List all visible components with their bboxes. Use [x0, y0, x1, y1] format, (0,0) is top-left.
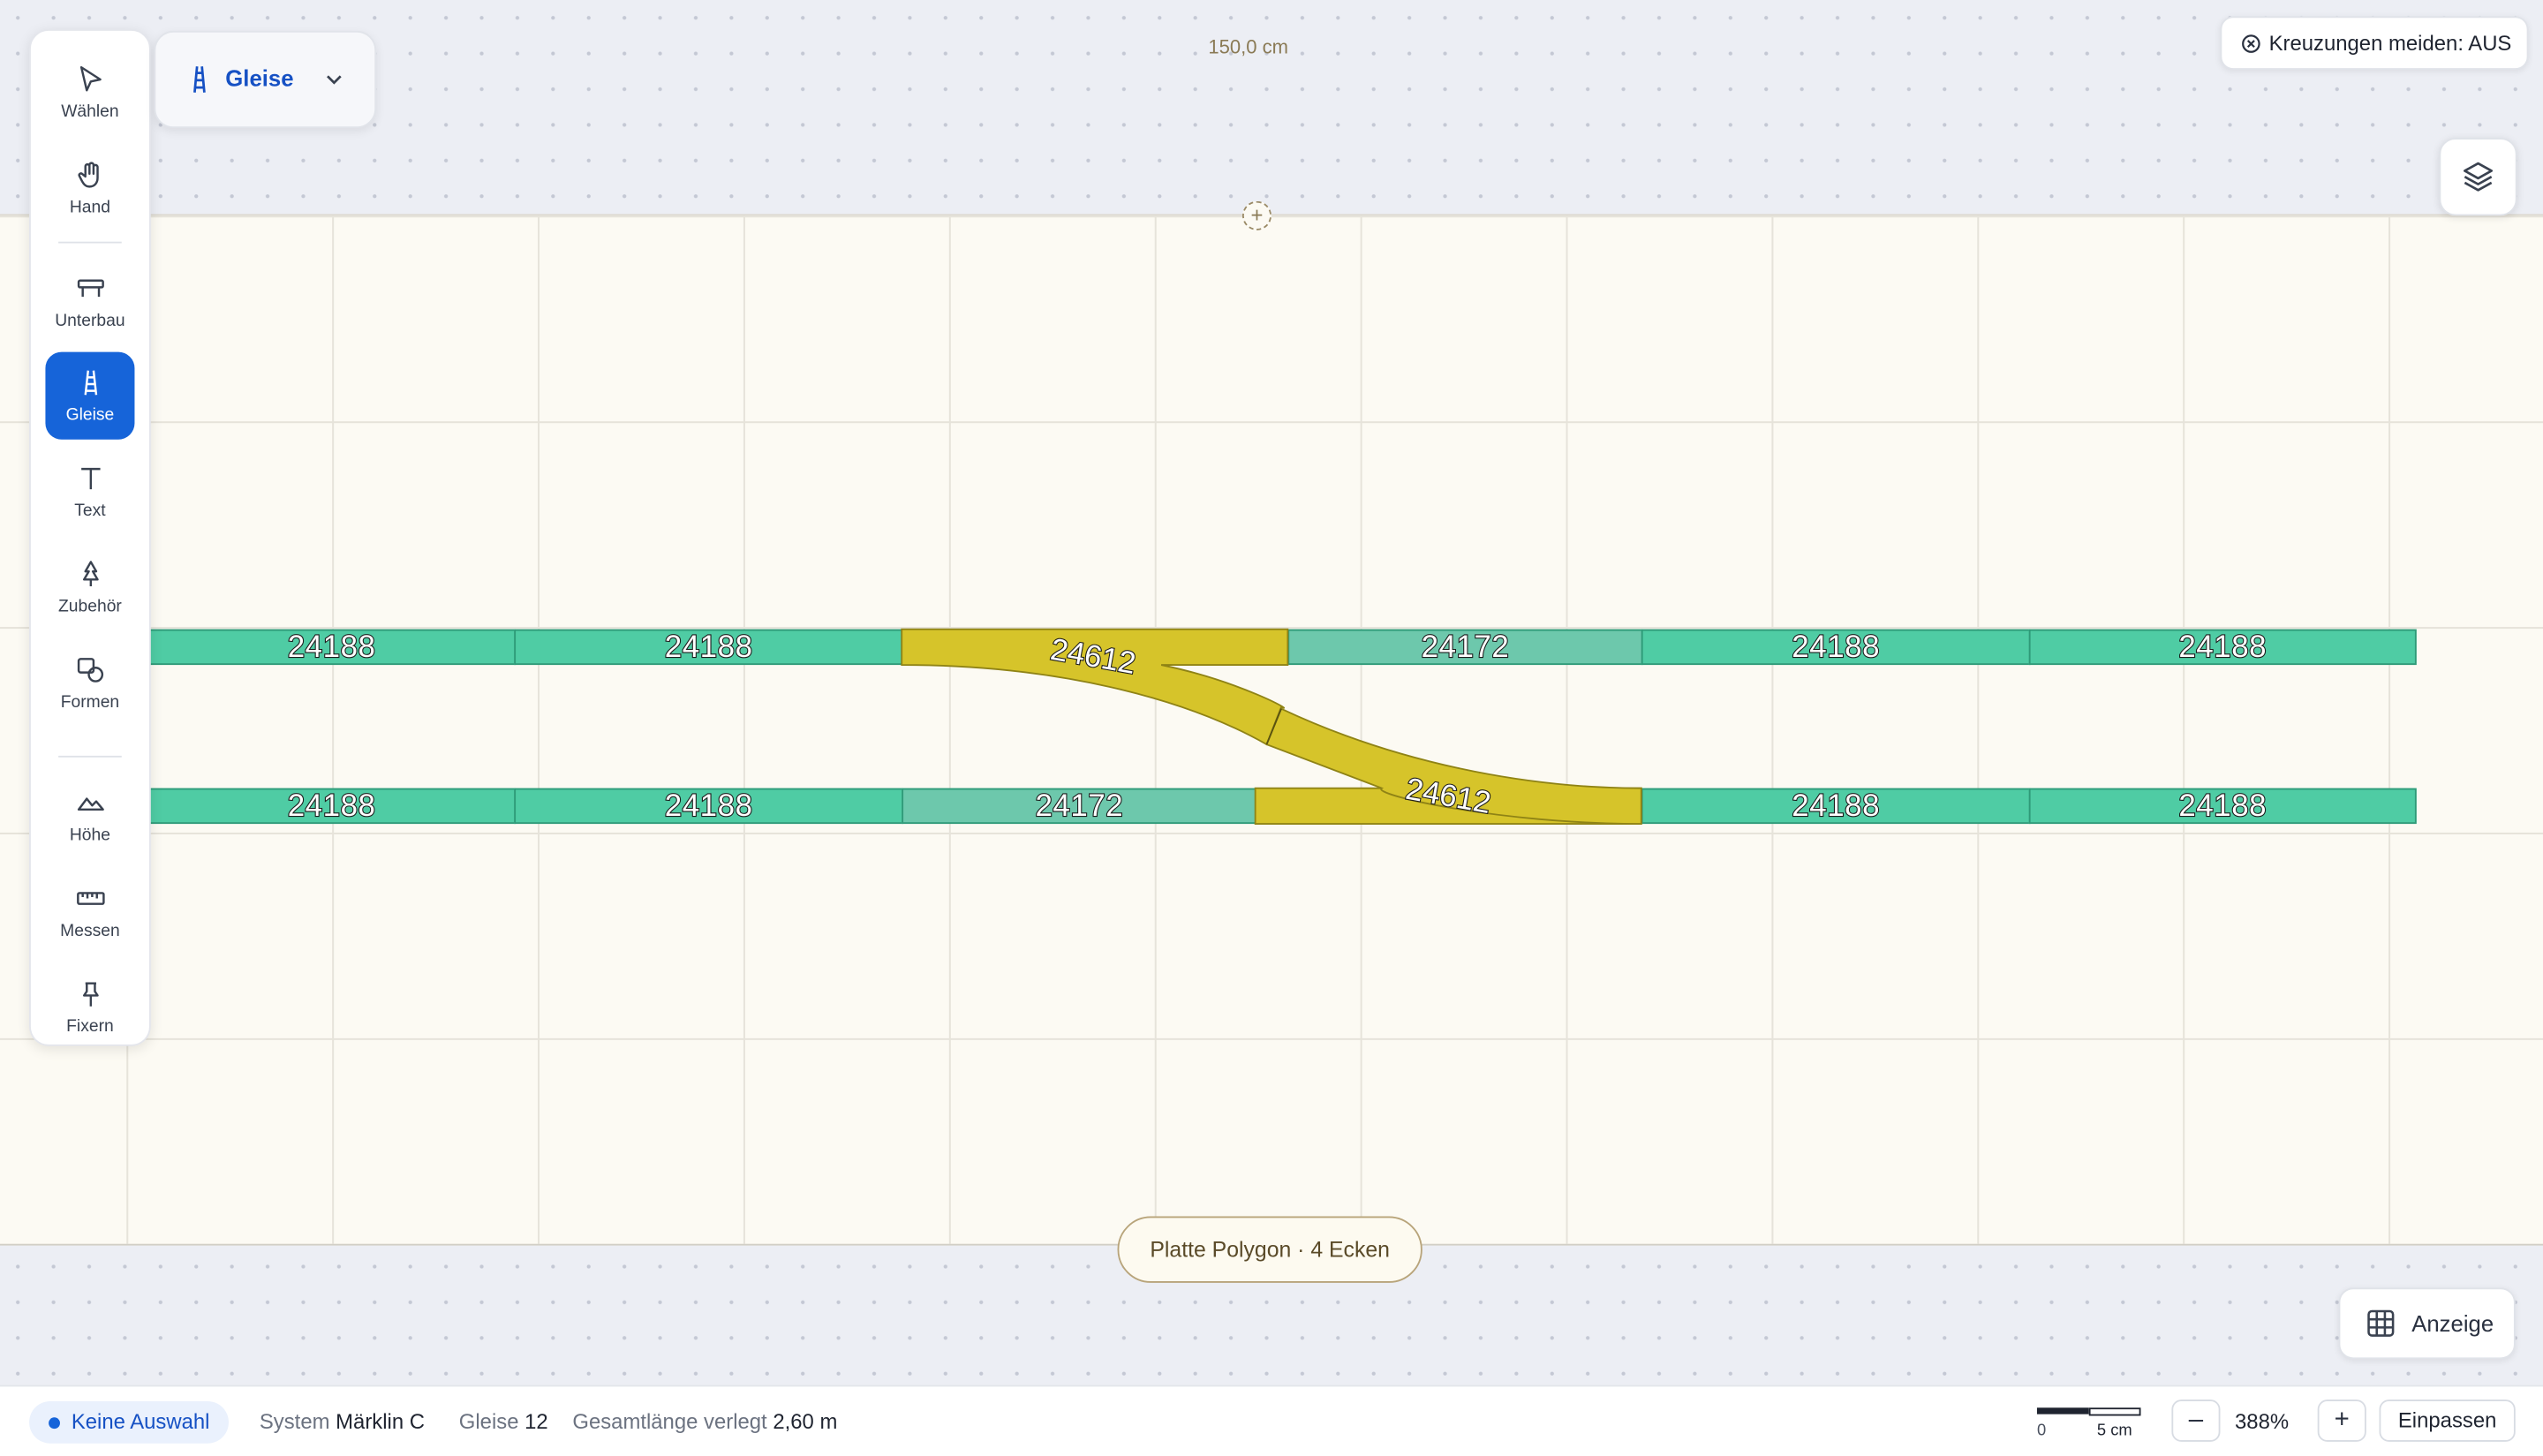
display-label: Anzeige: [2411, 1310, 2494, 1337]
tool-label: Text: [74, 501, 106, 521]
scale-bar: 0 5 cm: [2036, 1407, 2141, 1441]
zoom-out-button[interactable]: –: [2171, 1399, 2221, 1442]
layers-button[interactable]: [2439, 138, 2517, 216]
tool-label: Unterbau: [55, 311, 125, 331]
system-label: System: [259, 1409, 330, 1434]
toolbar-divider: [58, 241, 122, 244]
tool-pin[interactable]: Fixern: [45, 963, 134, 1051]
status-dot-icon: [49, 1417, 60, 1430]
shapes-icon: [76, 658, 103, 683]
layers-icon: [2464, 162, 2494, 192]
board-info-pill[interactable]: Platte Polygon · 4 Ecken: [1117, 1216, 1422, 1283]
tool-label: Messen: [60, 921, 120, 941]
fit-button[interactable]: Einpassen: [2379, 1399, 2516, 1442]
track-mode-dropdown[interactable]: Gleise: [154, 30, 377, 129]
status-bar: Keine Auswahl System Märklin C Gleise 12…: [0, 1384, 2543, 1456]
tool-subframe[interactable]: Unterbau: [45, 258, 134, 345]
tool-tracks[interactable]: Gleise: [45, 351, 135, 440]
tracks-label: Gleise: [458, 1409, 519, 1434]
tool-select[interactable]: Wählen: [45, 49, 134, 136]
length-stat: Gesamtlänge verlegt 2,60 m: [572, 1409, 837, 1434]
system-value: Märklin C: [336, 1409, 425, 1434]
board-info-label: Platte Polygon · 4 Ecken: [1150, 1237, 1390, 1262]
track-icon: [83, 370, 97, 396]
tracks-stat: Gleise 12: [459, 1409, 548, 1434]
tool-height[interactable]: Höhe: [45, 772, 134, 859]
length-value: 2,60 m: [773, 1409, 838, 1434]
scale-length: 5 cm: [2096, 1422, 2132, 1441]
cursor-icon: [79, 66, 101, 92]
close-circle-icon: [2242, 34, 2260, 52]
scale-bar-dark: [2036, 1407, 2089, 1415]
tool-label: Höhe: [69, 825, 110, 845]
tree-icon: [82, 561, 98, 586]
app-stage: 150,0 cm + 24188 24188 24172 24188 24188…: [0, 0, 2543, 1456]
tool-label: Wählen: [61, 102, 119, 122]
display-button[interactable]: Anzeige: [2338, 1287, 2516, 1360]
tool-label: Hand: [69, 198, 110, 218]
track-icon: [193, 66, 206, 93]
tool-text[interactable]: Text: [45, 448, 134, 535]
tracks-value: 12: [524, 1409, 548, 1434]
tool-shapes[interactable]: Formen: [45, 639, 134, 727]
selection-label: Keine Auswahl: [71, 1409, 210, 1434]
zoom-in-button[interactable]: +: [2317, 1399, 2366, 1442]
toolbar-divider: [58, 755, 122, 758]
tool-label: Zubehör: [58, 596, 122, 616]
tool-label: Gleise: [65, 405, 115, 426]
length-label: Gesamtlänge verlegt: [572, 1409, 767, 1434]
ruler-icon: [76, 892, 104, 905]
scale-zero: 0: [2036, 1422, 2047, 1441]
avoid-crossings-label: Kreuzungen meiden: AUS: [2268, 30, 2512, 56]
tool-label: Formen: [60, 692, 120, 713]
hand-icon: [77, 162, 98, 188]
table-icon: [76, 279, 103, 298]
tool-measure[interactable]: Messen: [45, 868, 134, 955]
tool-palette: Wählen Hand Unterbau Gleise Text Zubehör…: [29, 29, 151, 1046]
zoom-level: 388%: [2235, 1409, 2290, 1434]
avoid-crossings-toggle[interactable]: Kreuzungen meiden: AUS: [2220, 16, 2529, 70]
mountain-icon: [76, 797, 103, 811]
grid-icon: [2367, 1309, 2395, 1337]
system-stat: System Märklin C: [260, 1409, 425, 1434]
tool-accessories[interactable]: Zubehör: [45, 543, 134, 630]
pin-icon: [82, 982, 98, 1007]
dropdown-label: Gleise: [225, 64, 294, 91]
selection-badge[interactable]: Keine Auswahl: [29, 1400, 230, 1444]
chevron-down-icon: [327, 75, 342, 85]
scale-bar-light: [2088, 1407, 2141, 1416]
tool-hand[interactable]: Hand: [45, 144, 134, 231]
tool-label: Fixern: [66, 1016, 114, 1037]
text-icon: [80, 467, 100, 490]
